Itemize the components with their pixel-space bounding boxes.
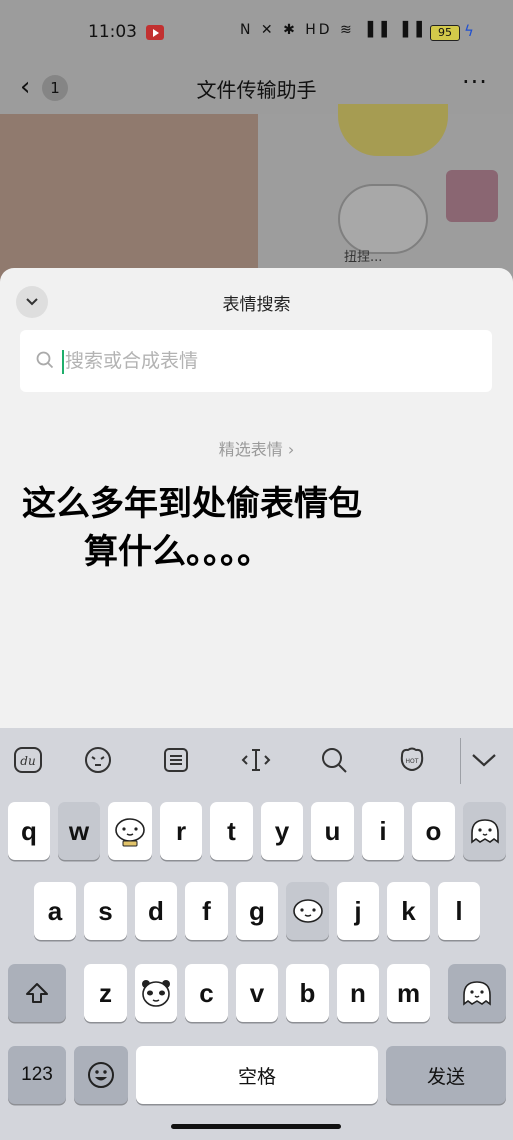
svg-text:HOT: HOT [406,758,419,765]
chat-background: 11:03 N ✕ ✱ HD ≋ ▐▐ ▐▐ 95 ϟ ‹ 1 文件传输助手 ·… [0,0,513,300]
key-b[interactable]: b [286,964,329,1022]
sticker-message[interactable] [338,104,448,156]
clipboard-icon[interactable] [158,742,194,778]
overlay-caption-line1: 这么多年到处偷表情包 [22,484,362,524]
keyboard-toolbar: du HOT [0,728,513,794]
shift-key[interactable] [8,964,66,1022]
system-status-icons: N ✕ ✱ HD ≋ ▐▐ ▐▐ [240,22,425,38]
sticker-ghost-icon [470,819,499,844]
toolbar-divider [460,738,461,784]
featured-stickers-link[interactable]: 精选表情 › [0,436,513,460]
du-logo-icon[interactable]: du [10,742,46,778]
sticker-search-sheet: 表情搜索 精选表情 › 这么多年到处偷表情包 算什么。。。。 [0,268,513,728]
sticker-bear-icon [115,818,145,847]
key-c[interactable]: c [185,964,228,1022]
sticker-ghost-icon [463,981,491,1006]
space-key[interactable]: 空格 [136,1046,378,1104]
avatar[interactable] [446,170,498,222]
key-e-sticker[interactable] [108,802,152,860]
home-indicator[interactable] [171,1124,341,1129]
key-p-sticker[interactable] [463,802,506,860]
key-j[interactable]: j [337,882,379,940]
key-t[interactable]: t [210,802,253,860]
charging-icon: ϟ [464,22,474,40]
status-time: 11:03 [88,22,137,42]
key-i[interactable]: i [362,802,404,860]
sheet-title: 表情搜索 [222,295,291,315]
key-w[interactable]: w [58,802,100,860]
sticker-message[interactable] [338,184,428,254]
emoji-face-icon[interactable] [80,742,116,778]
key-h-sticker[interactable] [286,882,329,940]
overlay-caption-line2: 算什么。。。。 [84,532,271,572]
key-f[interactable]: f [185,882,228,940]
key-r[interactable]: r [160,802,202,860]
key-u[interactable]: u [311,802,354,860]
send-key[interactable]: 发送 [386,1046,506,1104]
key-q[interactable]: q [8,802,50,860]
ellipsis-icon[interactable]: ··· [462,68,488,96]
key-a[interactable]: a [34,882,76,940]
key-m[interactable]: m [387,964,430,1022]
collapse-keyboard-icon[interactable] [466,742,502,778]
key-z[interactable]: z [84,964,127,1022]
chat-title: 文件传输助手 [196,78,317,102]
sticker-panda-icon [142,980,170,1007]
key-g[interactable]: g [236,882,278,940]
key-k[interactable]: k [387,882,430,940]
search-icon[interactable] [316,742,352,778]
battery-icon: 95 [430,25,460,41]
delete-key-sticker[interactable] [448,964,506,1022]
search-icon [36,351,54,369]
key-y[interactable]: y [261,802,303,860]
sticker-search-input[interactable] [65,346,465,376]
smiley-icon [88,1062,114,1088]
hot-sticker-icon[interactable]: HOT [394,742,430,778]
sticker-caption: 扭捏... [344,250,383,265]
keyboard: du HOT q w r t y u i o a s d f g j k l z… [0,728,513,1140]
key-x-sticker[interactable] [135,964,177,1022]
key-n[interactable]: n [337,964,379,1022]
sticker-search-box[interactable] [20,330,492,392]
text-cursor [62,350,64,374]
key-l[interactable]: l [438,882,480,940]
key-o[interactable]: o [412,802,455,860]
key-v[interactable]: v [236,964,278,1022]
key-s[interactable]: s [84,882,127,940]
emoji-key[interactable] [74,1046,128,1104]
numbers-key[interactable]: 123 [8,1046,66,1104]
sticker-cloud-icon [292,899,323,923]
key-d[interactable]: d [135,882,177,940]
status-bar: 11:03 N ✕ ✱ HD ≋ ▐▐ ▐▐ 95 ϟ [0,0,513,64]
svg-text:du: du [20,754,35,768]
shift-arrow-icon [26,983,48,1003]
cursor-icon[interactable] [238,742,274,778]
screen-record-icon [146,25,164,40]
